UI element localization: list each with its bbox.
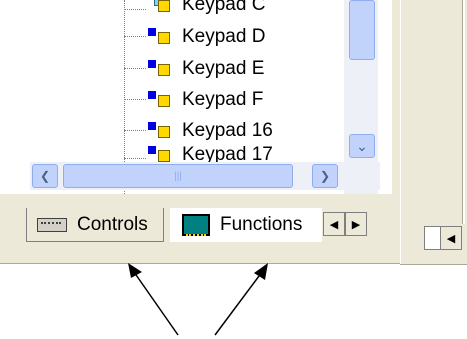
- arrow-to-functions: [214, 271, 263, 336]
- arrowhead-controls: [128, 263, 142, 278]
- arrowhead-functions: [254, 263, 268, 280]
- arrow-to-controls: [133, 271, 179, 336]
- annotation-arrows: [128, 263, 268, 336]
